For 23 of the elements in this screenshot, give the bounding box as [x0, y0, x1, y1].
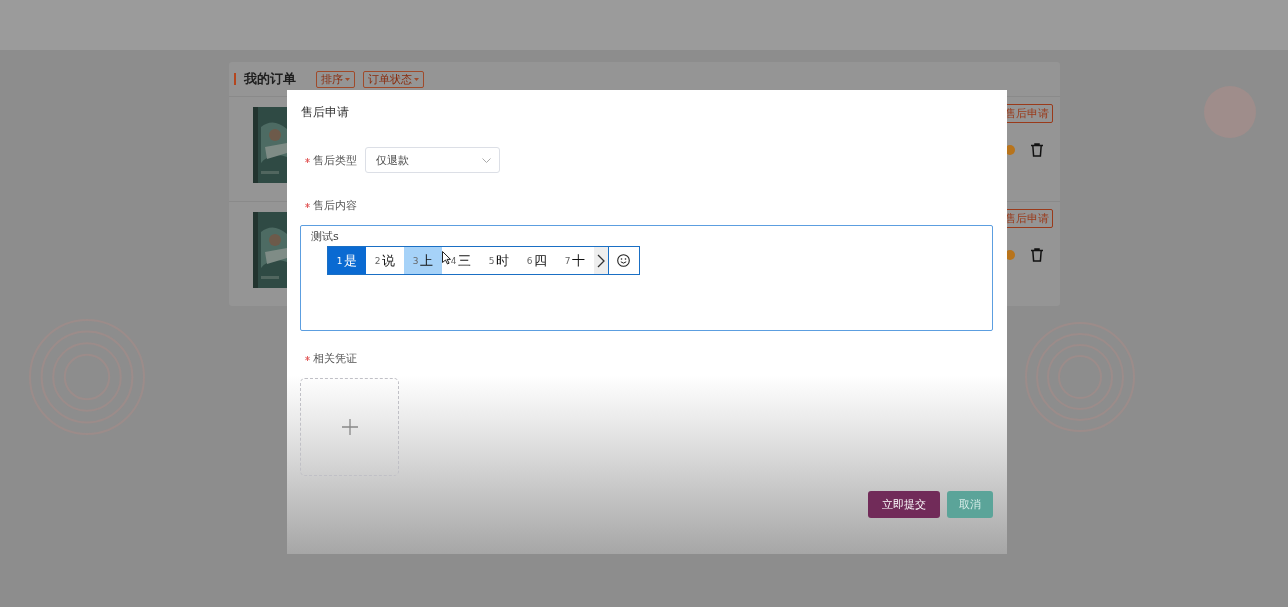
chevron-down-icon: [482, 157, 491, 163]
caret-icon: [345, 77, 350, 81]
cursor-icon: [442, 251, 451, 265]
candidate-item[interactable]: 1 是: [328, 247, 366, 274]
section-title: 我的订单: [244, 70, 296, 88]
plus-icon: [341, 419, 358, 435]
caret-icon: [414, 77, 419, 81]
next-page-button[interactable]: [594, 247, 608, 274]
dialog-title: 售后申请: [300, 103, 350, 121]
candidate-item[interactable]: 5 时: [480, 247, 518, 274]
candidate-item[interactable]: 7 十: [556, 247, 594, 274]
candidate-item[interactable]: 2 说: [366, 247, 404, 274]
candidate-item[interactable]: 3 上: [404, 247, 442, 274]
field-label: 相关凭证: [313, 351, 357, 366]
trash-icon[interactable]: [1031, 143, 1043, 157]
candidate-item[interactable]: 6 四: [518, 247, 556, 274]
field-label: 售后内容: [313, 198, 357, 213]
field-label: 售后类型: [313, 152, 357, 168]
chevron-right-icon: [597, 253, 605, 268]
smiley-icon: [617, 254, 630, 267]
select-field[interactable]: 仅退款: [365, 147, 500, 173]
submit-button[interactable]: 立即提交: [868, 491, 940, 518]
trash-icon[interactable]: [1031, 248, 1043, 262]
